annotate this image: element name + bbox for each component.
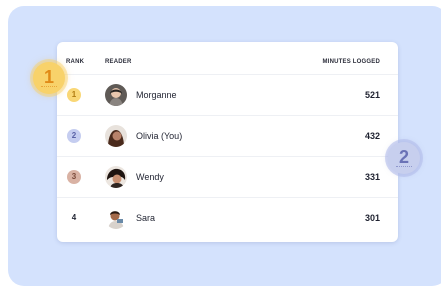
rank-column-header: RANK [66, 59, 85, 65]
rank-badge: 1 [67, 88, 81, 102]
minutes-value: 521 [364, 90, 380, 100]
step-2-callout: 2 [388, 142, 420, 174]
minutes-value: 432 [364, 131, 380, 141]
reader-name: Olivia (You) [136, 131, 183, 141]
minutes-column-header: MINUTES LOGGED [322, 59, 380, 65]
reader-name: Wendy [136, 172, 164, 182]
table-row: 3 Wendy 331 [57, 156, 398, 198]
step-1-callout: 1 [33, 62, 65, 94]
rank-number: 4 [71, 213, 77, 222]
step-1-number: 1 [43, 67, 54, 87]
reader-column-header: READER [105, 59, 132, 65]
avatar [105, 166, 127, 188]
rank-badge: 3 [67, 170, 81, 184]
table-row: 1 Morganne 521 [57, 74, 398, 116]
minutes-value: 331 [364, 172, 380, 182]
reader-name: Sara [136, 213, 156, 223]
table-row: 4 Sara 301 [57, 197, 398, 239]
avatar [105, 207, 127, 229]
reader-name: Morganne [136, 90, 177, 100]
dotted-underline-icon [396, 166, 412, 169]
avatar [105, 125, 127, 147]
table-row: 2 Olivia (You) 432 [57, 115, 398, 157]
avatar [105, 84, 127, 106]
leaderboard-card: RANK READER MINUTES LOGGED 1 Morganne 52… [57, 42, 398, 242]
rank-badge: 2 [67, 129, 81, 143]
minutes-value: 301 [364, 213, 380, 223]
table-header: RANK READER MINUTES LOGGED [57, 42, 398, 74]
step-2-number: 2 [398, 147, 409, 167]
dotted-underline-icon [41, 86, 57, 89]
